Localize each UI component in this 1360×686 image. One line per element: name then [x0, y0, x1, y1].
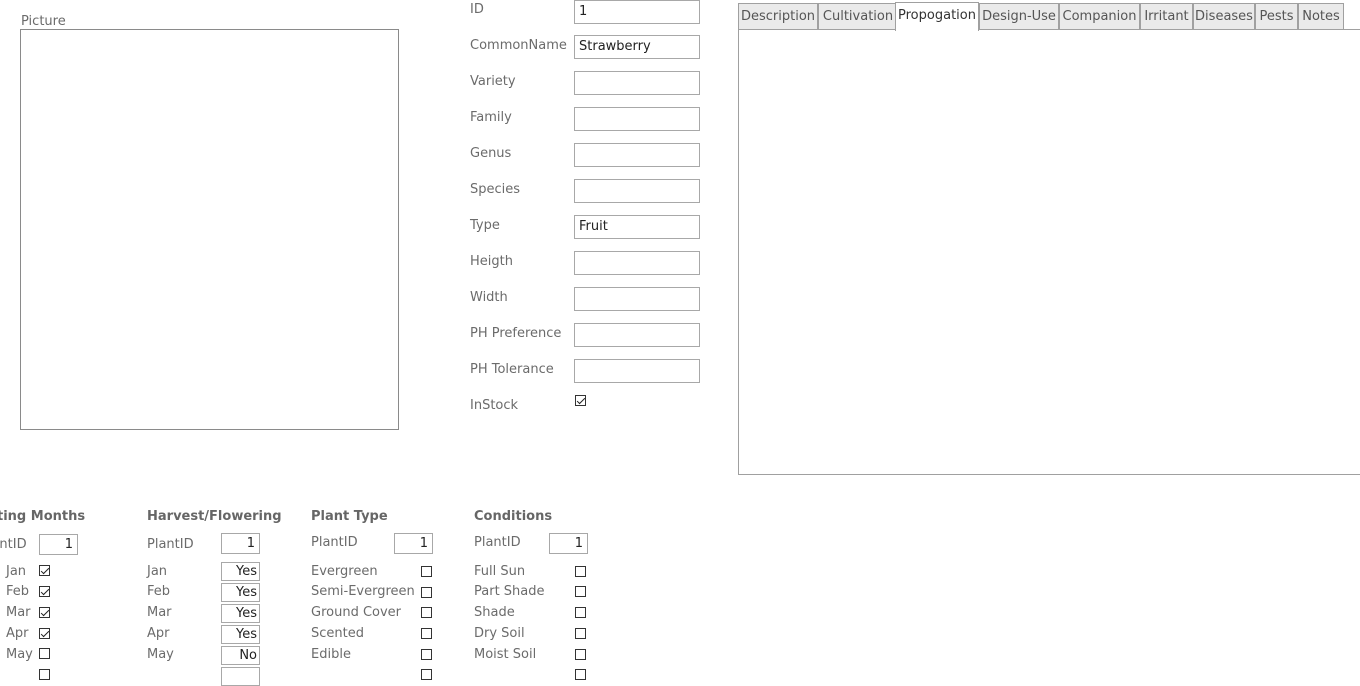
- plant-type-label: Evergreen: [311, 564, 378, 579]
- conditions-plantid-label: PlantID: [474, 535, 521, 550]
- scented-checkbox[interactable]: [421, 628, 432, 639]
- harvest-month-label: Feb: [147, 584, 171, 599]
- field-label-id: ID: [470, 2, 484, 17]
- planting-jan-checkbox[interactable]: [39, 565, 50, 576]
- field-label-ph-tolerance: PH Tolerance: [470, 362, 554, 377]
- harvest-next-field[interactable]: [221, 667, 260, 686]
- part-shade-checkbox[interactable]: [575, 586, 586, 597]
- planting-apr-checkbox[interactable]: [39, 628, 50, 639]
- tab-cultivation[interactable]: Cultivation: [818, 3, 898, 29]
- plant-type-title: Plant Type: [311, 509, 388, 524]
- conditions-title: Conditions: [474, 509, 553, 524]
- planting-month-label: Feb: [6, 584, 30, 599]
- planting-month-label: Jan: [6, 564, 27, 579]
- harvest-apr-field[interactable]: Yes: [221, 625, 260, 644]
- plant-type-label: Semi-Evergreen: [311, 584, 415, 599]
- harvest-may-field[interactable]: No: [221, 646, 260, 665]
- planting-may-checkbox[interactable]: [39, 648, 50, 659]
- harvest-plantid-field[interactable]: 1: [221, 533, 260, 554]
- genus-field[interactable]: [574, 143, 700, 167]
- width-field[interactable]: [574, 287, 700, 311]
- tab-pests[interactable]: Pests: [1255, 3, 1298, 29]
- type-field[interactable]: Fruit: [574, 215, 700, 239]
- family-field[interactable]: [574, 107, 700, 131]
- picture-frame[interactable]: [20, 29, 399, 430]
- plant-type-next-checkbox[interactable]: [421, 669, 432, 680]
- plant-type-plantid-field[interactable]: 1: [394, 533, 433, 554]
- harvest-mar-field[interactable]: Yes: [221, 604, 260, 623]
- condition-label: Shade: [474, 605, 515, 620]
- tab-description[interactable]: Description: [738, 3, 818, 29]
- harvest-title: Harvest/Flowering: [147, 509, 282, 524]
- tab-design-use[interactable]: Design-Use: [979, 3, 1059, 29]
- harvest-jan-field[interactable]: Yes: [221, 562, 260, 581]
- field-label-family: Family: [470, 110, 512, 125]
- field-label-width: Width: [470, 290, 508, 305]
- ground-cover-checkbox[interactable]: [421, 607, 432, 618]
- harvest-feb-field[interactable]: Yes: [221, 583, 260, 602]
- field-label-ph-preference: PH Preference: [470, 326, 562, 341]
- condition-label: Part Shade: [474, 584, 545, 599]
- field-label-variety: Variety: [470, 74, 516, 89]
- species-field[interactable]: [574, 179, 700, 203]
- field-label-species: Species: [470, 182, 521, 197]
- tab-diseases[interactable]: Diseases: [1193, 3, 1255, 29]
- ph-tolerance-field[interactable]: [574, 359, 700, 383]
- planting-next-checkbox[interactable]: [39, 669, 50, 680]
- semi-evergreen-checkbox[interactable]: [421, 587, 432, 598]
- planting-month-label: Mar: [6, 605, 31, 620]
- condition-label: Full Sun: [474, 564, 526, 579]
- ph-preference-field[interactable]: [574, 323, 700, 347]
- tab-propogation[interactable]: Propogation: [895, 2, 979, 31]
- id-field[interactable]: 1: [574, 0, 700, 24]
- harvest-month-label: May: [147, 647, 174, 662]
- planting-mar-checkbox[interactable]: [39, 607, 50, 618]
- instock-checkbox[interactable]: [575, 395, 586, 406]
- condition-label: Moist Soil: [474, 647, 537, 662]
- tab-companion[interactable]: Companion: [1059, 3, 1140, 29]
- planting-feb-checkbox[interactable]: [39, 586, 50, 597]
- picture-label: Picture: [21, 14, 66, 29]
- dry-soil-checkbox[interactable]: [575, 628, 586, 639]
- plant-type-label: Scented: [311, 626, 364, 641]
- harvest-plantid-label: PlantID: [147, 537, 194, 552]
- field-label-type: Type: [470, 218, 500, 233]
- edible-checkbox[interactable]: [421, 649, 432, 660]
- field-label-commonname: CommonName: [470, 38, 567, 53]
- tab-panel-propogation[interactable]: [738, 29, 1360, 475]
- heigth-field[interactable]: [574, 251, 700, 275]
- full-sun-checkbox[interactable]: [575, 566, 586, 577]
- shade-checkbox[interactable]: [575, 607, 586, 618]
- field-label-heigth: Heigth: [470, 254, 513, 269]
- harvest-month-label: Jan: [147, 564, 168, 579]
- variety-field[interactable]: [574, 71, 700, 95]
- instock-label: InStock: [470, 398, 519, 413]
- planting-plantid-label: PlantID: [0, 537, 27, 552]
- planting-month-label: May: [6, 647, 33, 662]
- planting-plantid-field[interactable]: 1: [39, 534, 78, 555]
- planting-month-label: Apr: [6, 626, 29, 641]
- tab-irritant[interactable]: Irritant: [1140, 3, 1193, 29]
- plant-type-plantid-label: PlantID: [311, 535, 358, 550]
- field-label-genus: Genus: [470, 146, 512, 161]
- condition-label: Dry Soil: [474, 626, 525, 641]
- moist-soil-checkbox[interactable]: [575, 649, 586, 660]
- plant-type-label: Edible: [311, 647, 351, 662]
- conditions-next-checkbox[interactable]: [575, 669, 586, 680]
- harvest-month-label: Mar: [147, 605, 172, 620]
- conditions-plantid-field[interactable]: 1: [549, 533, 588, 554]
- evergreen-checkbox[interactable]: [421, 566, 432, 577]
- commonname-field[interactable]: Strawberry: [574, 35, 700, 59]
- tab-notes[interactable]: Notes: [1298, 3, 1344, 29]
- harvest-month-label: Apr: [147, 626, 170, 641]
- plant-type-label: Ground Cover: [311, 605, 402, 620]
- planting-months-title: Planting Months: [0, 509, 86, 524]
